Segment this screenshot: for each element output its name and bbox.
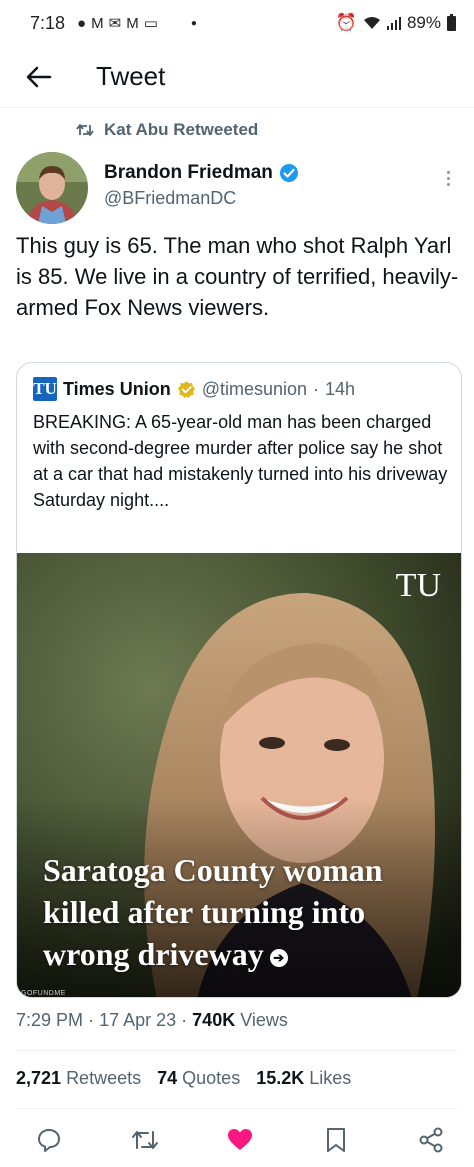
battery-icon xyxy=(447,13,456,31)
views-count: 740K xyxy=(192,1010,236,1030)
author-handle[interactable]: @BFriedmanDC xyxy=(104,188,299,209)
chat-bubble-icon: ● xyxy=(77,14,88,32)
engagement-stats: 2,721 Retweets 74 Quotes 15.2K Likes xyxy=(16,1068,351,1089)
likes-count: 15.2K xyxy=(256,1068,305,1088)
retweets-stat[interactable]: 2,721 Retweets xyxy=(16,1068,141,1089)
quote-avatar-logo: TU xyxy=(33,377,57,401)
verified-badge-icon xyxy=(279,164,298,182)
more-dot xyxy=(446,176,450,180)
tweet-author: Brandon Friedman @BFriedmanDC xyxy=(16,152,458,226)
retweets-label: Retweets xyxy=(66,1068,142,1088)
status-left: 7:18 ● M ✉ M ▭ ● xyxy=(30,13,197,34)
verified-gold-badge-icon xyxy=(177,380,195,398)
quote-time: 14h xyxy=(325,378,356,399)
status-dot: ● xyxy=(190,17,197,29)
alarm-icon: ⏰ xyxy=(335,13,357,32)
share-button[interactable] xyxy=(414,1123,448,1157)
quote-tweet-card[interactable]: TU Times Union @timesunion · 14h BREAKIN… xyxy=(16,362,462,998)
more-dot xyxy=(446,170,450,174)
avatar-image xyxy=(16,152,88,224)
media-credit: GOFUNDME xyxy=(21,990,66,997)
signal-icon xyxy=(386,17,401,30)
quote-header: TU Times Union @timesunion · 14h xyxy=(33,377,355,401)
reply-icon xyxy=(38,1129,60,1152)
quotes-stat[interactable]: 74 Quotes xyxy=(157,1068,240,1089)
divider xyxy=(16,1108,458,1109)
back-arrow-icon xyxy=(26,66,52,87)
arrow-right-icon: ➔ xyxy=(269,948,288,967)
retweets-count: 2,721 xyxy=(16,1068,62,1088)
author-text: Brandon Friedman @BFriedmanDC xyxy=(104,152,299,226)
meta-separator: · xyxy=(88,1010,95,1030)
battery-percent: 89% xyxy=(406,13,441,32)
notification-icons: ● M ✉ M ▭ xyxy=(77,14,159,33)
retweet-button[interactable] xyxy=(128,1123,162,1157)
share-icon xyxy=(419,1127,443,1153)
top-app-bar: Tweet xyxy=(0,46,474,108)
gmail-icon: M xyxy=(91,14,105,32)
bookmark-icon xyxy=(326,1128,345,1152)
tweet-meta: 7:29 PM · 17 Apr 23 · 740K Views xyxy=(16,1010,288,1031)
likes-stat[interactable]: 15.2K Likes xyxy=(256,1068,351,1089)
like-button[interactable] xyxy=(223,1123,257,1157)
likes-label: Likes xyxy=(309,1068,352,1088)
page-title: Tweet xyxy=(96,61,166,91)
author-name-line: Brandon Friedman xyxy=(104,162,299,184)
avatar[interactable] xyxy=(16,152,88,224)
more-dot xyxy=(446,182,450,186)
views-label: Views xyxy=(240,1010,288,1030)
back-button[interactable] xyxy=(14,52,64,102)
quotes-count: 74 xyxy=(157,1068,178,1088)
reply-button[interactable] xyxy=(32,1123,66,1157)
tweet-date: 17 Apr 23 xyxy=(99,1010,177,1030)
status-time: 7:18 xyxy=(30,12,66,33)
status-right: ⏰ 89% xyxy=(336,13,456,33)
screen-icon: ▭ xyxy=(143,15,159,32)
quote-text: BREAKING: A 65-year-old man has been cha… xyxy=(33,412,448,510)
tweet-time: 7:29 PM xyxy=(16,1010,84,1030)
retweet-notice-text: Kat Abu Retweeted xyxy=(104,120,259,139)
meta-separator: · xyxy=(181,1010,188,1030)
quote-media[interactable]: TU Saratoga County woman killed after tu… xyxy=(17,553,461,997)
gmail-icon: M xyxy=(126,14,140,32)
author-name[interactable]: Brandon Friedman xyxy=(104,162,273,184)
retweet-notice[interactable]: Kat Abu Retweeted xyxy=(76,120,258,140)
action-bar xyxy=(0,1120,474,1160)
media-headline-text: Saratoga County woman killed after turni… xyxy=(43,852,383,972)
bookmark-button[interactable] xyxy=(319,1123,353,1157)
quote-author-handle: @timesunion xyxy=(201,378,308,399)
heart-filled-icon xyxy=(228,1129,252,1150)
quote-separator: · xyxy=(313,378,320,399)
retweet-icon xyxy=(76,124,94,136)
quote-author-name: Times Union xyxy=(63,378,171,399)
status-bar: 7:18 ● M ✉ M ▭ ● ⏰ 89% xyxy=(0,0,474,46)
wifi-icon xyxy=(363,17,380,29)
more-options-button[interactable] xyxy=(438,166,458,190)
tweet-text: This guy is 65. The man who shot Ralph Y… xyxy=(16,233,459,320)
media-headline: Saratoga County woman killed after turni… xyxy=(43,849,453,975)
quotes-label: Quotes xyxy=(182,1068,241,1088)
mail-icon: ✉ xyxy=(108,15,123,32)
media-watermark: TU xyxy=(395,567,441,604)
divider xyxy=(16,1050,458,1051)
retweet-icon xyxy=(131,1131,158,1149)
